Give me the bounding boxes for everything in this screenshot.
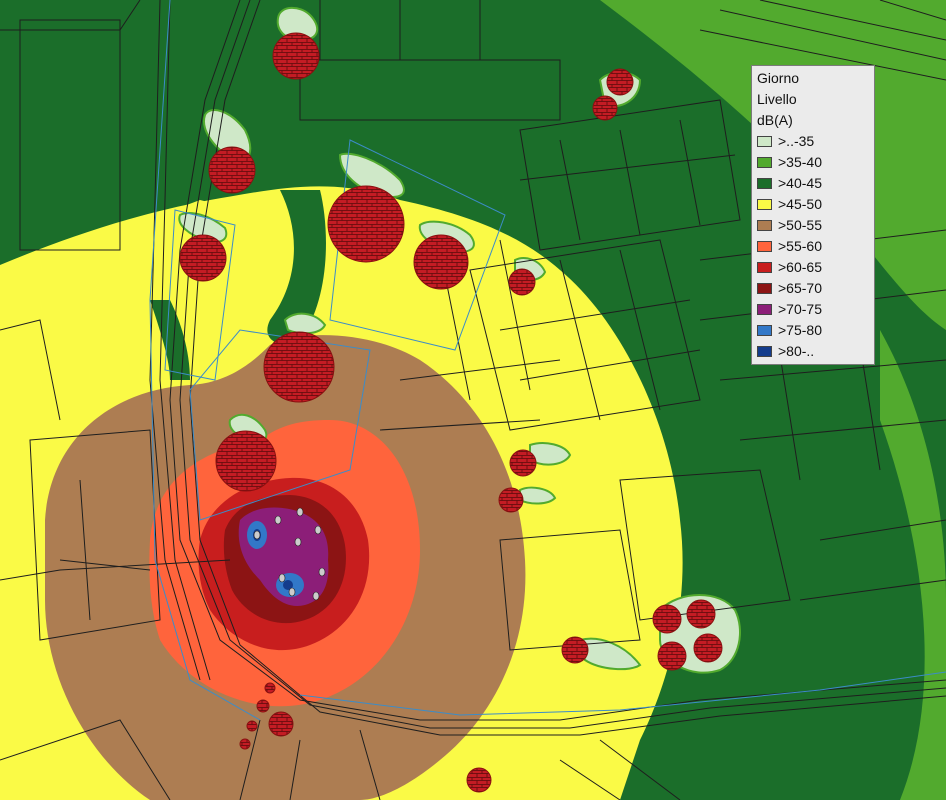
legend-title-unit: dB(A) [757, 112, 793, 128]
legend-swatch [757, 157, 772, 168]
legend-row: >60-65 [757, 257, 874, 278]
legend-label: >50-55 [778, 217, 822, 233]
legend-swatch [757, 346, 772, 357]
legend-row: >35-40 [757, 152, 874, 173]
legend-swatch [757, 136, 772, 147]
legend-label: >..-35 [778, 133, 815, 149]
legend-label: >40-45 [778, 175, 822, 191]
legend-row: >80-.. [757, 341, 874, 362]
legend-row: >..-35 [757, 131, 874, 152]
legend-swatch [757, 220, 772, 231]
legend-title-day: Giorno [757, 70, 800, 86]
legend-label: >45-50 [778, 196, 822, 212]
legend-swatch [757, 178, 772, 189]
legend-row: >55-60 [757, 236, 874, 257]
legend-label: >35-40 [778, 154, 822, 170]
map-legend: Giorno Livello dB(A) >..-35 >35-40 >40-45 >… [751, 65, 875, 365]
legend-label: >80-.. [778, 343, 815, 359]
legend-title-level: Livello [757, 91, 797, 107]
legend-row: >40-45 [757, 173, 874, 194]
legend-row: >45-50 [757, 194, 874, 215]
legend-swatch [757, 262, 772, 273]
legend-row: >65-70 [757, 278, 874, 299]
legend-swatch [757, 241, 772, 252]
legend-row: >50-55 [757, 215, 874, 236]
legend-label: >60-65 [778, 259, 822, 275]
legend-label: >75-80 [778, 322, 822, 338]
legend-label: >65-70 [778, 280, 822, 296]
legend-swatch [757, 199, 772, 210]
legend-row: >70-75 [757, 299, 874, 320]
noise-map[interactable]: Giorno Livello dB(A) >..-35 >35-40 >40-45 >… [0, 0, 946, 800]
legend-label: >70-75 [778, 301, 822, 317]
legend-classes: >..-35 >35-40 >40-45 >45-50 >50-55 >55-60 >60-… [757, 131, 874, 362]
legend-row: >75-80 [757, 320, 874, 341]
legend-swatch [757, 304, 772, 315]
legend-swatch [757, 325, 772, 336]
legend-label: >55-60 [778, 238, 822, 254]
legend-swatch [757, 283, 772, 294]
